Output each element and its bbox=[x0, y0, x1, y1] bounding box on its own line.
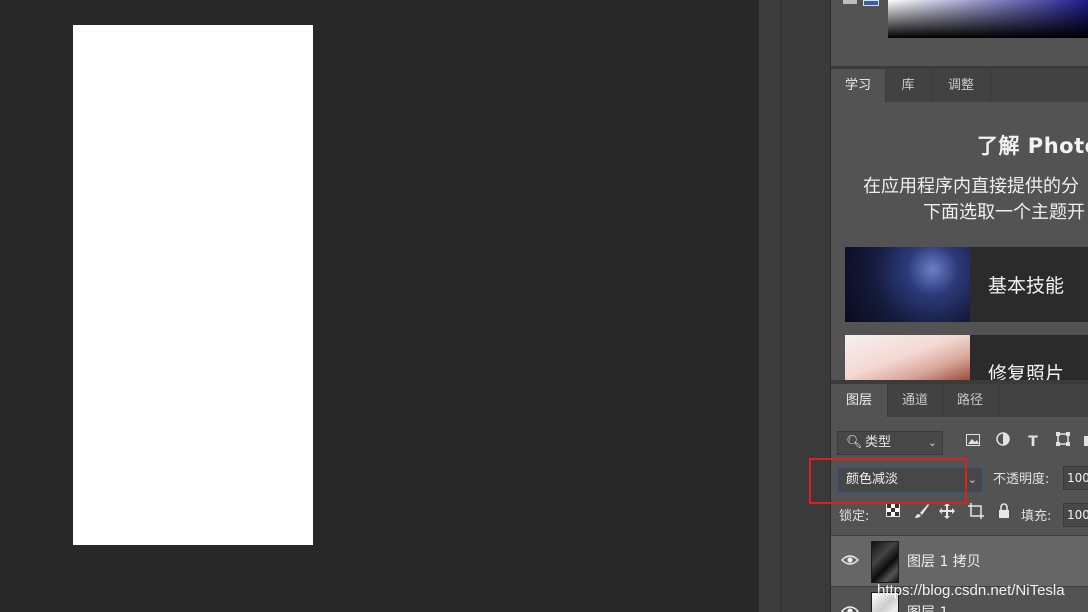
background-color-chip[interactable] bbox=[863, 0, 879, 6]
learn-description-line2: 下面选取一个主题开 bbox=[923, 202, 1085, 223]
document-canvas[interactable] bbox=[73, 25, 313, 545]
layer-filter-value: 类型 bbox=[865, 435, 892, 450]
color-picker-field[interactable] bbox=[888, 0, 1088, 38]
lock-transparency-icon[interactable] bbox=[883, 503, 903, 523]
smart-object-filter-icon[interactable] bbox=[1079, 431, 1088, 453]
adjustment-filter-icon[interactable] bbox=[993, 431, 1013, 453]
color-panel bbox=[831, 0, 1088, 66]
opacity-label: 不透明度: bbox=[993, 472, 1050, 487]
blend-mode-select[interactable]: 颜色减淡 ⌄ bbox=[837, 467, 983, 493]
right-panel-stack: 学习 库 调整 了解 Photos 在应用程序内直接提供的分 下面选取一个主题开… bbox=[830, 0, 1088, 612]
chevron-down-icon: ⌄ bbox=[967, 473, 977, 486]
layer-thumbnail bbox=[871, 541, 899, 583]
tab-layers[interactable]: 图层 bbox=[831, 384, 887, 417]
layers-tabbar: 图层 通道 路径 bbox=[831, 384, 1088, 417]
tab-libraries[interactable]: 库 bbox=[886, 69, 930, 102]
learn-description-line1: 在应用程序内直接提供的分 bbox=[863, 176, 1079, 197]
type-filter-icon[interactable]: T bbox=[1023, 431, 1043, 453]
tab-paths[interactable]: 路径 bbox=[943, 384, 997, 417]
layer-name: 图层 1 bbox=[907, 602, 948, 612]
tab-divider bbox=[990, 69, 991, 102]
shape-filter-icon[interactable] bbox=[1053, 431, 1073, 453]
lock-brush-icon[interactable] bbox=[912, 503, 932, 523]
chevron-down-icon: ⌄ bbox=[927, 436, 937, 449]
layer-filter-select[interactable]: 🔍︎ 类型 ⌄ bbox=[837, 431, 943, 455]
panel-dock-strip bbox=[780, 0, 831, 612]
opacity-input[interactable]: 100% bbox=[1063, 466, 1088, 490]
search-icon: 🔍︎ bbox=[846, 435, 863, 450]
eye-icon[interactable] bbox=[839, 603, 861, 612]
layer-name: 图层 1 拷贝 bbox=[907, 554, 981, 570]
foreground-color-chip[interactable] bbox=[843, 0, 857, 4]
layer-row[interactable]: 图层 1 拷贝 bbox=[831, 535, 1088, 586]
watermark: https://blog.csdn.net/NiTesla bbox=[877, 582, 1065, 599]
learn-card-label: 基本技能 bbox=[988, 275, 1065, 297]
blend-mode-value: 颜色减淡 bbox=[846, 472, 899, 487]
tab-learn[interactable]: 学习 bbox=[831, 69, 885, 102]
learn-card-thumbnail bbox=[845, 247, 970, 322]
lock-artboard-icon[interactable] bbox=[966, 503, 986, 523]
tab-channels[interactable]: 通道 bbox=[888, 384, 942, 417]
tab-adjustments[interactable]: 调整 bbox=[932, 69, 990, 102]
vertical-scrollbar[interactable] bbox=[758, 0, 781, 612]
learn-title: 了解 Photos bbox=[977, 134, 1088, 158]
image-filter-icon[interactable] bbox=[963, 431, 983, 453]
canvas-area[interactable] bbox=[0, 0, 758, 612]
lock-position-icon[interactable] bbox=[937, 503, 957, 523]
fill-input[interactable]: 100% bbox=[1063, 503, 1088, 527]
lock-label: 锁定: bbox=[839, 509, 870, 524]
eye-icon[interactable] bbox=[839, 552, 861, 570]
lock-all-icon[interactable] bbox=[994, 503, 1014, 523]
learn-panel-body: 了解 Photos 在应用程序内直接提供的分 下面选取一个主题开 基本技能 修复… bbox=[831, 102, 1088, 410]
tab-divider bbox=[998, 384, 999, 417]
learn-tabbar: 学习 库 调整 bbox=[831, 69, 1088, 102]
fill-label: 填充: bbox=[1021, 509, 1052, 524]
learn-card-basic-skills[interactable]: 基本技能 bbox=[845, 247, 1088, 322]
